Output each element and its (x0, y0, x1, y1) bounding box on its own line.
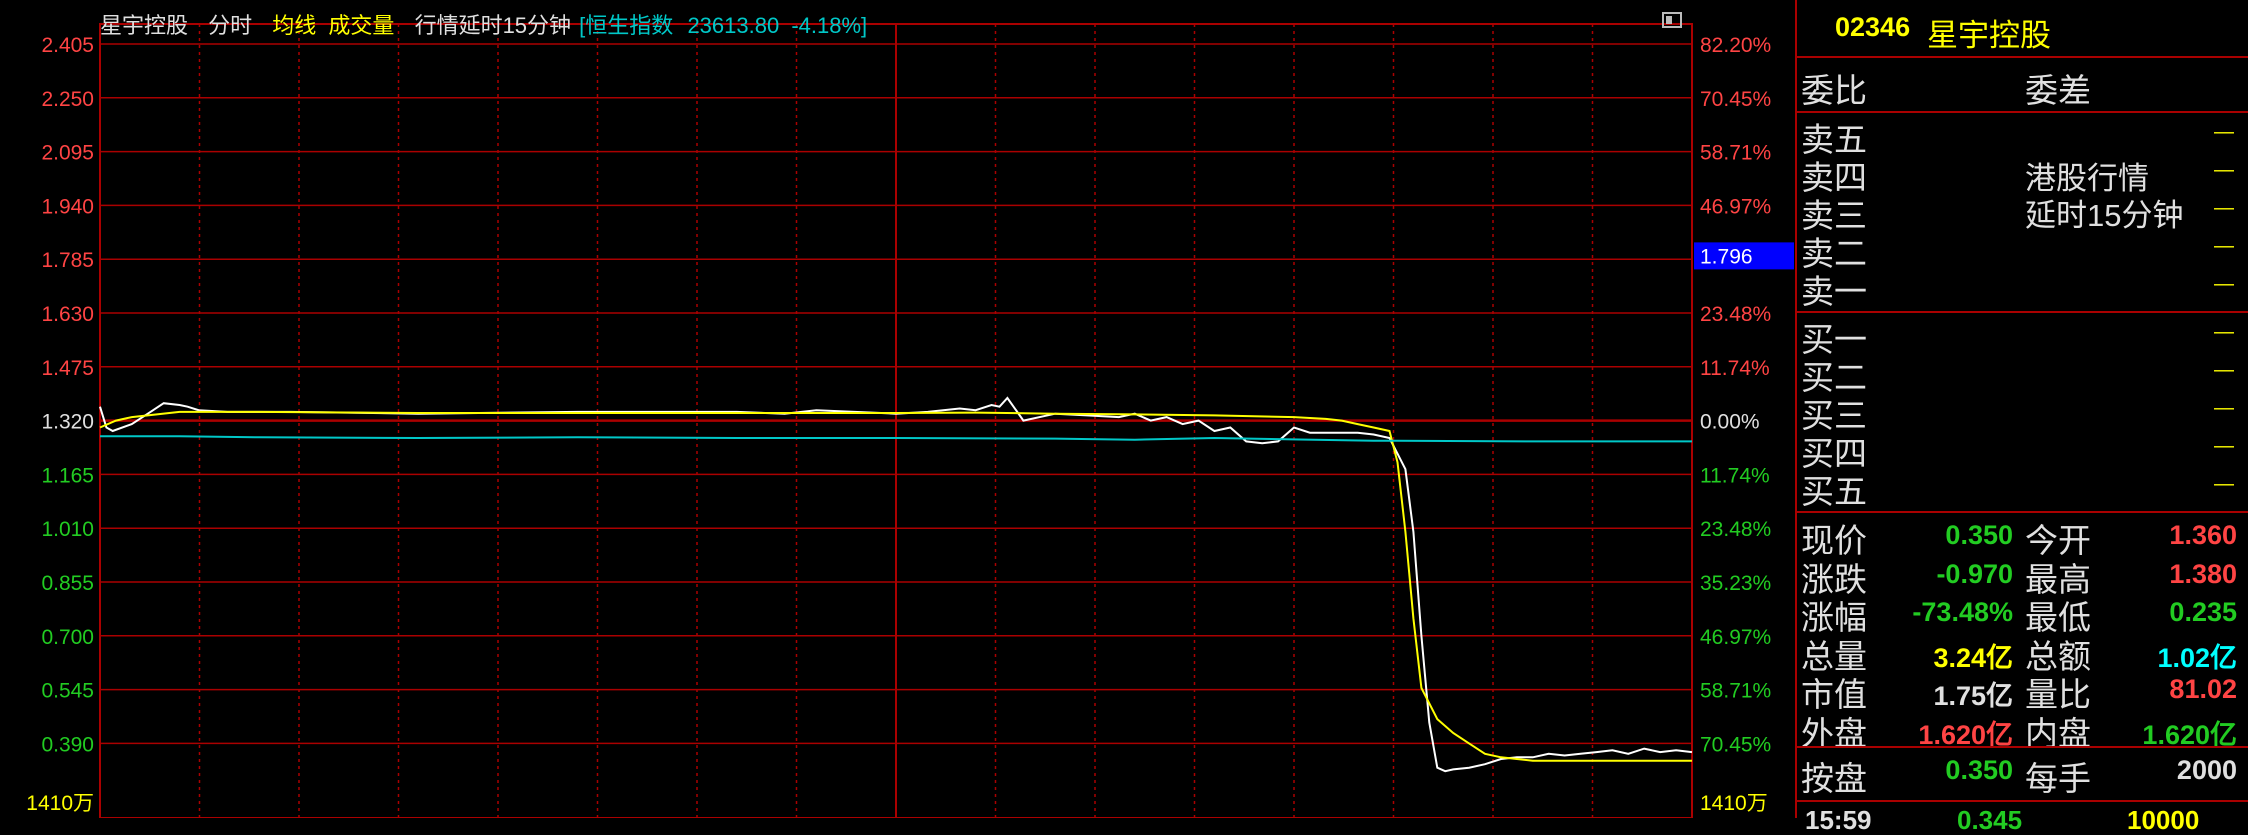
quote-row: 总量 3.24亿 总额 1.02亿 (1797, 632, 2248, 675)
sell-level-empty: — (2214, 273, 2234, 295)
y-tick-right: 11.74% (1700, 357, 1770, 380)
y-tick-right: 23.48% (1700, 303, 1771, 326)
y-tick-left: 1.630 (41, 303, 94, 326)
sell-level-empty: — (2214, 235, 2234, 257)
y-tick-right: 11.74% (1700, 464, 1770, 487)
quote-value: 1.380 (2169, 558, 2237, 589)
buy-level-row[interactable]: 买四 — (1797, 429, 2248, 472)
quote-value: 1.02亿 (2157, 642, 2237, 673)
sell-level-row[interactable]: 卖四 — (1797, 153, 2248, 196)
index-name[interactable]: 恒生指数 (585, 13, 673, 38)
anpan-row: 按盘 0.350 每手 2000 (1797, 752, 2248, 797)
index-bracket-close: ] (861, 13, 868, 38)
chart-header: 星宇控股 分时 均线 成交量 行情延时15分钟 [恒生指数 23613.80 -… (100, 8, 881, 40)
buy-level-row[interactable]: 买一 — (1797, 315, 2248, 358)
quote-value: 0.235 (2169, 597, 2237, 627)
quote-value: 0.350 (1945, 520, 2013, 550)
buy-level-label: 买五 (1801, 473, 1867, 510)
quote-row: 现价 0.350 今开 1.360 (1797, 516, 2248, 559)
quote-value: 1.75亿 (1933, 681, 2013, 711)
buy-level-empty: — (2214, 397, 2234, 419)
quote-value: 81.02 (2169, 674, 2237, 704)
y-tick-right: 46.97% (1700, 626, 1771, 649)
y-tick-right: 23.48% (1700, 518, 1771, 541)
quote-row: 市值 1.75亿 量比 81.02 (1797, 670, 2248, 713)
anpan-label: 按盘 (1801, 760, 1867, 797)
meishou-label: 每手 (2025, 760, 2091, 797)
sell-level-row[interactable]: 卖五 — (1797, 115, 2248, 158)
y-tick-right: 58.71% (1700, 680, 1771, 703)
tick-price: 0.345 (1957, 805, 2023, 835)
y-tick-left: 1.785 (41, 249, 94, 272)
quote-value: 3.24亿 (1933, 642, 2013, 673)
tab-average[interactable]: 均线 (272, 13, 316, 38)
y-tick-left: 2.250 (41, 88, 94, 111)
tab-volume[interactable]: 成交量 (328, 13, 394, 38)
y-tick-right: 70.45% (1700, 88, 1771, 111)
buy-level-empty: — (2214, 359, 2234, 381)
index-value: 23613.80 (687, 13, 780, 38)
quote-value: -0.970 (1936, 558, 2013, 589)
y-tick-left: 2.405 (41, 34, 94, 57)
y-tick-right: 70.45% (1700, 733, 1771, 756)
sell-level-empty: — (2214, 159, 2234, 181)
tab-fenshi[interactable]: 分时 (208, 13, 252, 38)
stock-title: 星宇控股 (1927, 18, 2051, 53)
quote-value: 1.360 (2169, 520, 2237, 550)
sell-level-label: 卖一 (1801, 273, 1867, 310)
buy-level-empty: — (2214, 435, 2234, 457)
delay-notice: 行情延时15分钟 (414, 13, 572, 38)
y-tick-left: 1.010 (41, 518, 94, 541)
y-tick-right: 58.71% (1700, 142, 1771, 165)
quote-row: 外盘 1.620亿 内盘 1.620亿 (1797, 709, 2248, 752)
y-tick-right: 46.97% (1700, 195, 1771, 218)
panel-title: 02346 星宇控股 (1797, 10, 2248, 53)
y-tick-right: 35.23% (1700, 572, 1771, 595)
y-tick-left: 1.940 (41, 195, 94, 218)
y-tick-left: 0.545 (41, 680, 94, 703)
volume-label-left: 1410万 (26, 792, 94, 815)
buy-level-row[interactable]: 买三 — (1797, 391, 2248, 434)
sell-level-empty: — (2214, 121, 2234, 143)
chart-canvas[interactable]: 2.405 82.20% 2.250 70.45% 2.095 58.71% 1.940 46… (0, 0, 1795, 818)
quote-row: 涨跌 -0.970 最高 1.380 (1797, 555, 2248, 598)
intraday-chart[interactable]: 2.405 82.20% 2.250 70.45% 2.095 58.71% 1.940 46… (0, 0, 1795, 818)
meishou-value: 2000 (2176, 755, 2237, 785)
sell-level-row[interactable]: 卖一 — (1797, 267, 2248, 310)
y-tick-right: 82.20% (1700, 34, 1771, 57)
tick-time: 15:59 (1805, 805, 1872, 835)
weicha-label: 委差 (2025, 72, 2091, 109)
anpan-value: 0.350 (1945, 755, 2013, 785)
y-tick-left: 2.095 (41, 142, 94, 165)
y-tick-left: 0.390 (41, 733, 94, 756)
y-tick-left: 0.700 (41, 626, 94, 649)
buy-level-row[interactable]: 买二 — (1797, 353, 2248, 396)
buy-level-empty: — (2214, 321, 2234, 343)
y-tick-right: 0.00% (1700, 411, 1760, 434)
buy-level-row[interactable]: 买五 — (1797, 467, 2248, 510)
divider (1797, 511, 2248, 513)
y-tick-left: 1.320 (41, 411, 94, 434)
stock-name: 星宇控股 (100, 13, 189, 38)
quote-value: -73.48% (1912, 597, 2013, 627)
stock-code: 02346 (1835, 12, 1911, 42)
tick-volume: 10000 (2127, 805, 2200, 835)
window-toggle-icon[interactable] (1662, 12, 1682, 28)
y-tick-left: 1.165 (41, 464, 94, 487)
quote-row: 涨幅 -73.48% 最低 0.235 (1797, 593, 2248, 636)
divider (1797, 800, 2248, 802)
y-tick-left: 1.475 (41, 357, 94, 380)
quote-panel: 02346 星宇控股 委比 委差 卖五 — 卖四 — 卖三 — 卖二 — 卖一 — 港股行情 延时… (1795, 0, 2248, 835)
weibi-label: 委比 (1801, 72, 1867, 109)
sell-level-empty: — (2214, 197, 2234, 219)
tick-row: 15:59 0.345 10000 (1797, 805, 2248, 835)
delay-notice-2: 延时15分钟 (2025, 198, 2184, 233)
volume-label-right: 1410万 (1700, 792, 1768, 815)
y-tick-left: 0.855 (41, 572, 94, 595)
buy-level-empty: — (2214, 473, 2234, 495)
index-change: -4.18% (791, 13, 862, 38)
divider (1797, 746, 2248, 748)
cursor-price-label: 1.796 (1700, 245, 1753, 268)
divider (1797, 56, 2248, 58)
